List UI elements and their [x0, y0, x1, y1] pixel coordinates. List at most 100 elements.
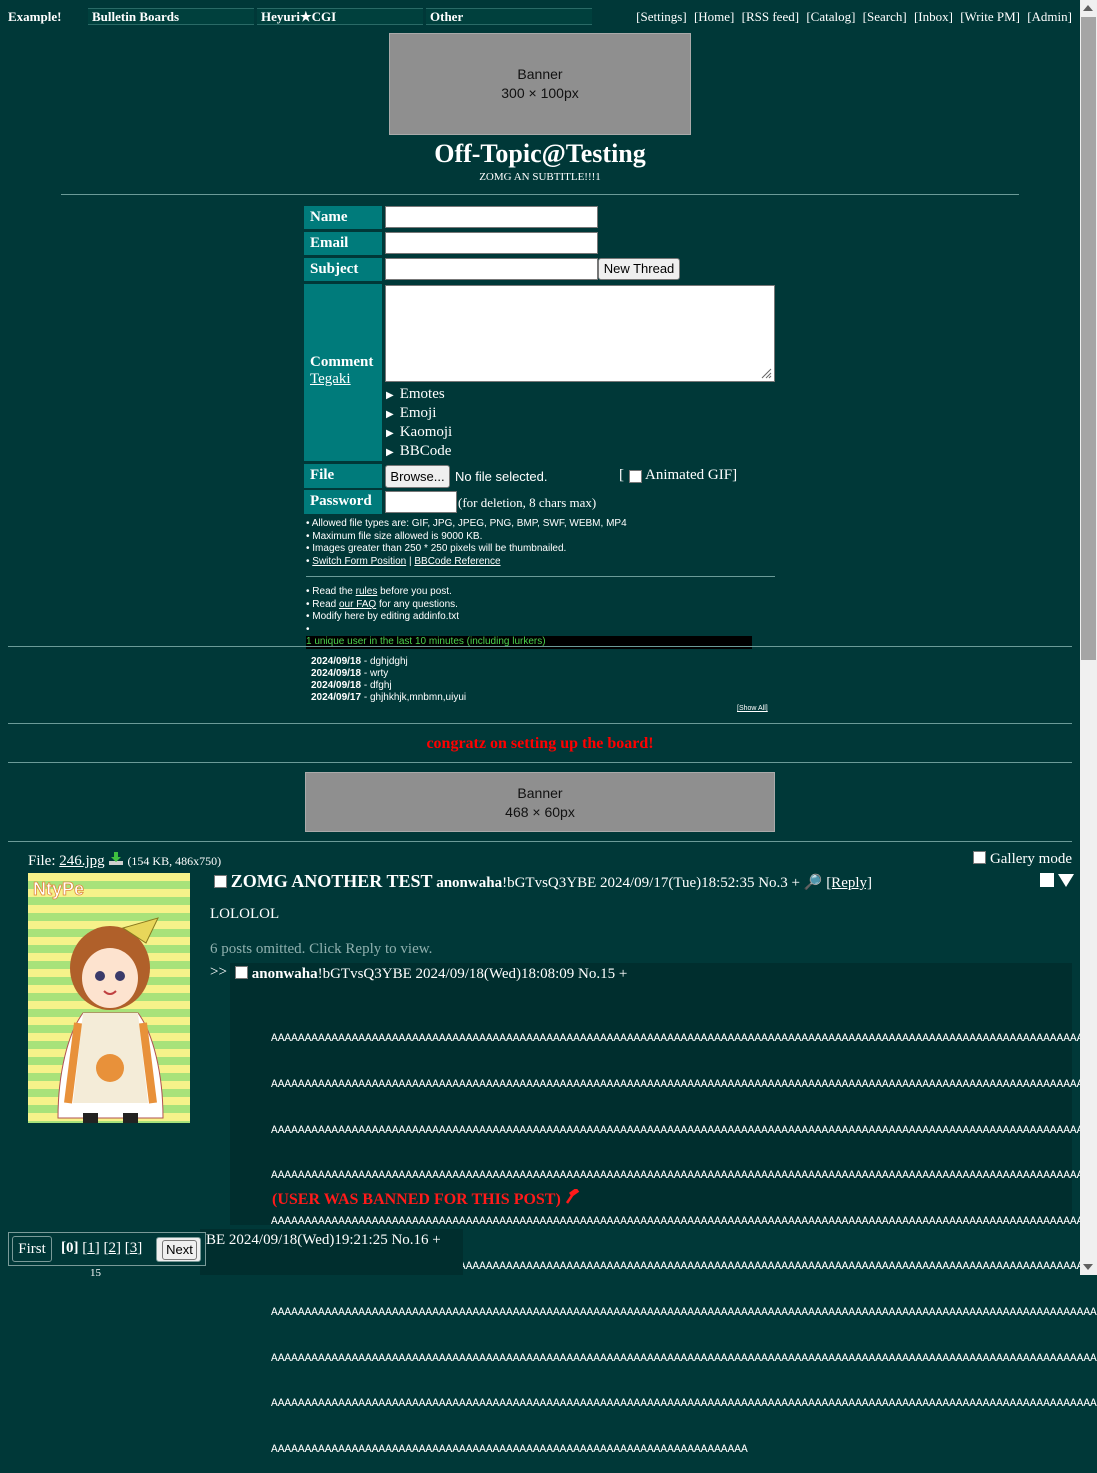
reply-body-line: AAAAAAAAAAAAAAAAAAAAAAAAAAAAAAAAAAAAAAAA…: [271, 1398, 1097, 1411]
op-subject: ZOMG ANOTHER TEST: [230, 871, 433, 891]
site-title[interactable]: Example!: [8, 9, 61, 25]
post-menu-dropdown-icon[interactable]: [1057, 874, 1074, 887]
post-menu[interactable]: [1040, 873, 1074, 890]
details-emoji-label: Emoji: [399, 405, 437, 421]
menu-bulletin-boards[interactable]: Bulletin Boards: [88, 8, 254, 25]
faq-link[interactable]: our FAQ: [339, 599, 376, 610]
rules-link[interactable]: rules: [356, 586, 378, 597]
email-label: Email: [304, 232, 382, 255]
info-rules: Read the rules before you post.: [306, 586, 752, 599]
tegaki-link[interactable]: Tegaki: [310, 371, 351, 387]
link-inbox[interactable]: [Inbox]: [914, 9, 953, 24]
details-bbcode[interactable]: ▶ BBCode: [386, 443, 451, 460]
reply-body-line: AAAAAAAAAAAAAAAAAAAAAAAAAAAAAAAAAAAAAAAA…: [271, 1352, 1097, 1365]
banner-top[interactable]: Banner 300 × 100px: [389, 33, 691, 135]
link-rss-feed[interactable]: [RSS feed]: [742, 9, 799, 24]
search-icon[interactable]: 🔎: [804, 875, 823, 891]
gallery-mode-checkbox[interactable]: [973, 851, 987, 864]
gallery-mode: Gallery mode: [973, 851, 1072, 868]
name-label: Name: [304, 206, 382, 229]
banner-top-line2: 300 × 100px: [501, 85, 579, 101]
hide-thread-icon[interactable]: [1040, 873, 1054, 887]
no-file-selected: No file selected.: [455, 469, 548, 484]
reply-poster: anonwaha: [251, 966, 318, 982]
reply-body-line: AAAAAAAAAAAAAAAAAAAAAAAAAAAAAAAAAAAAAAAA…: [271, 1443, 748, 1456]
pager-first-button[interactable]: First: [12, 1236, 52, 1262]
banner-mid[interactable]: Banner 468 × 60px: [305, 772, 775, 832]
download-icon[interactable]: [108, 851, 124, 866]
news-text: - dghjdghj: [361, 656, 408, 667]
news-date: 2024/09/18: [311, 668, 362, 679]
info-addinfo: Modify here by editing addinfo.txt: [306, 611, 752, 624]
bracket: ]: [116, 1240, 121, 1256]
op-datetime[interactable]: 2024/09/17(Tue)18:52:35 No.3 +: [596, 875, 800, 891]
new-thread-button[interactable]: New Thread: [598, 258, 680, 280]
board-title: Off-Topic@Testing: [434, 139, 646, 168]
comment-label-cell: Comment Tegaki: [304, 284, 382, 461]
password-input[interactable]: [385, 491, 457, 513]
top-links: [Settings] [Home] [RSS feed] [Catalog] […: [632, 9, 1072, 25]
rule-file-types: Allowed file types are: GIF, JPG, JPEG, …: [306, 518, 627, 531]
reply2-header[interactable]: BE 2024/09/18(Wed)19:21:25 No.16 +: [206, 1232, 441, 1249]
reply-body-line: AAAAAAAAAAAAAAAAAAAAAAAAAAAAAAAAAAAAAAAA…: [271, 1124, 1097, 1137]
news-text: - dfghj: [361, 680, 392, 691]
details-emotes[interactable]: ▶ Emotes: [386, 386, 445, 403]
menu-heyuri-cgi[interactable]: Heyuri★CGI: [257, 8, 423, 25]
banner-top-line1: Banner: [517, 66, 563, 82]
divider: [8, 723, 1072, 724]
reply-body-line: AAAAAAAAAAAAAAAAAAAAAAAAAAAAAAAAAAAAAAAA…: [271, 1079, 1097, 1092]
reply-delete-checkbox[interactable]: [235, 966, 248, 979]
pager-page-1[interactable]: 1: [87, 1240, 95, 1256]
scroll-down-arrow-icon[interactable]: [1083, 1264, 1093, 1270]
posting-rules: Allowed file types are: GIF, JPG, JPEG, …: [306, 518, 627, 568]
bbcode-reference-link[interactable]: BBCode Reference: [414, 556, 500, 567]
reply-header: anonwaha!bGTvsQ3YBE 2024/09/18(Wed)18:08…: [235, 966, 627, 983]
resize-grip-icon[interactable]: [760, 367, 772, 379]
switch-form-position-link[interactable]: Switch Form Position: [312, 556, 406, 567]
rule-max-size: Maximum file size allowed is 9000 KB.: [306, 531, 627, 544]
ban-notice: (USER WAS BANNED FOR THIS POST): [272, 1187, 581, 1209]
link-home[interactable]: [Home]: [694, 9, 734, 24]
file-info: File: 246.jpg (154 KB, 486x750): [28, 851, 221, 870]
news-list: 2024/09/18 - dghjdghj 2024/09/18 - wrty …: [311, 656, 466, 704]
animated-gif-checkbox[interactable]: [629, 470, 642, 483]
details-emoji[interactable]: ▶ Emoji: [386, 405, 436, 422]
comment-textarea[interactable]: [385, 285, 775, 382]
news-text: - ghjhkhjk,mnbmn,uiyui: [361, 692, 467, 703]
info-list: Read the rules before you post. Read our…: [306, 586, 752, 649]
menu-other[interactable]: Other: [426, 8, 592, 25]
bracket: ]: [94, 1240, 100, 1256]
link-settings[interactable]: [Settings]: [636, 9, 687, 24]
disclosure-triangle-icon: ▶: [386, 428, 394, 439]
thread-thumbnail[interactable]: NtyPe: [28, 873, 190, 1123]
top-bar: Example! Bulletin Boards Heyuri★CGI Othe…: [0, 7, 1080, 27]
subject-input[interactable]: [385, 258, 598, 280]
info-faq: Read our FAQ for any questions.: [306, 599, 752, 612]
reply-datetime[interactable]: 2024/09/18(Wed)18:08:09 No.15 +: [412, 966, 628, 982]
pager-page-2[interactable]: 2: [109, 1240, 117, 1256]
board-subtitle: ZOMG AN SUBTITLE!!!1: [479, 171, 601, 183]
show-all-link[interactable]: [Show All]: [737, 705, 768, 712]
file-link[interactable]: 246.jpg: [59, 853, 104, 869]
reply-body-line: AAAAAAAAAAAAAAAAAAAAAAAAAAAAAAAAAAAAAAAA…: [271, 1307, 1097, 1320]
scroll-up-arrow-icon[interactable]: [1083, 5, 1093, 11]
banner-mid-line2: 468 × 60px: [505, 804, 575, 820]
pager-next-button[interactable]: Next: [162, 1240, 197, 1260]
link-write-pm[interactable]: [Write PM]: [960, 9, 1020, 24]
reply-body-line: AAAAAAAAAAAAAAAAAAAAAAAAAAAAAAAAAAAAAAAA…: [271, 1033, 1097, 1046]
online-users-row: 1 unique user in the last 10 minutes (in…: [306, 624, 752, 649]
info-text: Read: [312, 598, 339, 610]
details-kaomoji[interactable]: ▶ Kaomoji: [386, 424, 452, 441]
scroll-thumb[interactable]: [1081, 17, 1096, 660]
name-input[interactable]: [385, 206, 598, 228]
link-search[interactable]: [Search]: [863, 9, 907, 24]
link-catalog[interactable]: [Catalog]: [806, 9, 855, 24]
reply-link[interactable]: [Reply]: [826, 875, 872, 891]
email-input[interactable]: [385, 232, 598, 254]
op-delete-checkbox[interactable]: [214, 875, 227, 888]
op-header: ZOMG ANOTHER TEST anonwaha!bGTvsQ3YBE 20…: [214, 871, 872, 892]
vertical-scrollbar[interactable]: [1080, 0, 1097, 1275]
link-admin[interactable]: [Admin]: [1027, 9, 1072, 24]
password-hint: (for deletion, 8 chars max): [458, 495, 597, 510]
browse-button[interactable]: Browse...: [385, 465, 450, 488]
